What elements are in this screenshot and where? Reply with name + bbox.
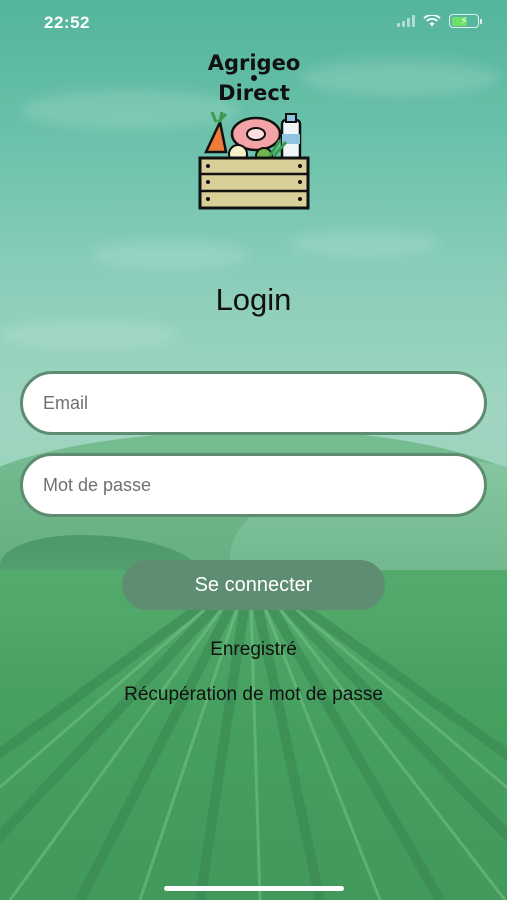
logo-text-line2: Direct [218,81,290,105]
produce-crate-icon [198,112,310,210]
logo-text-line1: Agrigeo [207,51,301,75]
wifi-icon [423,15,441,27]
app-logo: Agrigeo Direct [186,52,322,212]
status-time: 22:52 [44,13,90,32]
password-recovery-link[interactable]: Récupération de mot de passe [0,684,507,706]
battery-icon: ⚡ [449,14,482,28]
status-bar: 22:52 ⚡ [0,0,507,46]
login-button[interactable]: Se connecter [122,560,385,610]
home-indicator[interactable] [164,886,344,891]
page-title: Login [215,282,292,317]
email-input[interactable] [20,371,487,435]
cellular-signal-icon [397,15,415,27]
status-icons: ⚡ [397,14,482,28]
register-link[interactable]: Enregistré [0,639,507,661]
password-input[interactable] [20,453,487,517]
